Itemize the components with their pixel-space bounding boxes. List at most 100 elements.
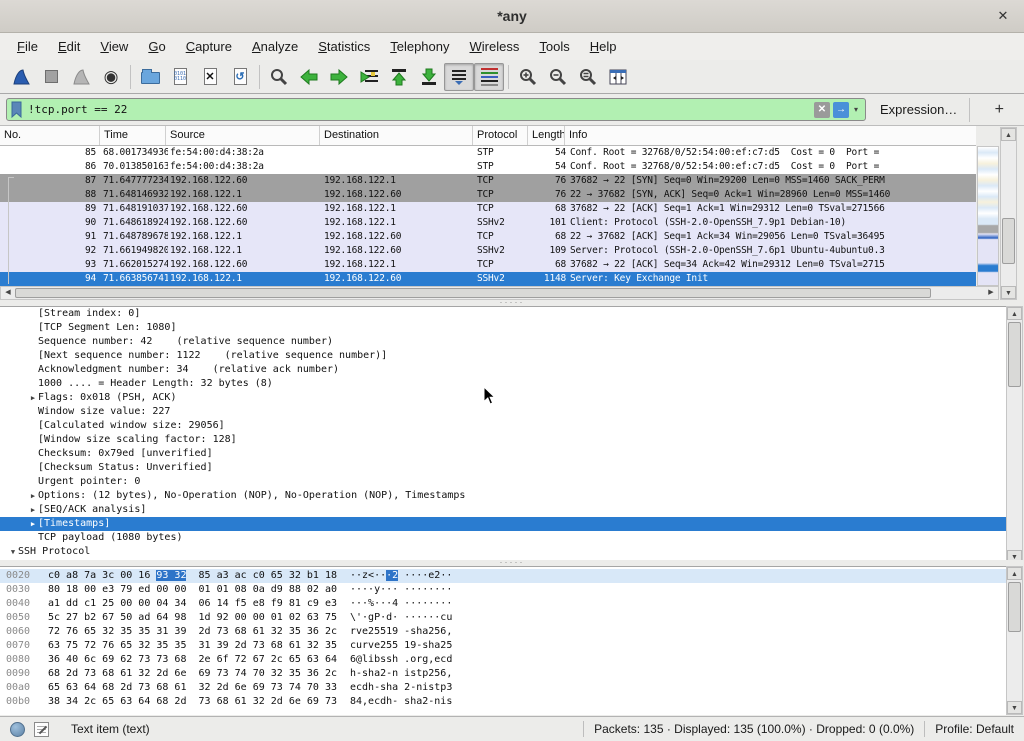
detail-line-selected[interactable]: ▶[Timestamps] [0, 517, 1006, 531]
menu-view[interactable]: View [91, 35, 137, 58]
capture-comment-icon[interactable] [34, 722, 49, 737]
detail-line[interactable]: [Checksum Status: Unverified] [0, 461, 1006, 475]
detail-line[interactable]: [Calculated window size: 29056] [0, 419, 1006, 433]
filter-apply-icon[interactable]: → [833, 102, 849, 118]
scroll-up-icon[interactable]: ▲ [1007, 567, 1022, 580]
add-filter-button[interactable]: + [988, 101, 1010, 119]
table-row[interactable]: 9271.661949820192.168.122.1192.168.122.6… [0, 244, 976, 258]
table-row[interactable]: 8771.647777234192.168.122.60192.168.122.… [0, 174, 976, 188]
expand-arrow-icon[interactable] [28, 335, 38, 349]
save-file-icon[interactable]: 01010110 [165, 63, 195, 91]
menu-tools[interactable]: Tools [530, 35, 578, 58]
expand-arrow-icon[interactable] [28, 419, 38, 433]
go-to-top-icon[interactable] [384, 63, 414, 91]
table-row[interactable]: 9371.662015274192.168.122.60192.168.122.… [0, 258, 976, 272]
column-length[interactable]: Length [528, 126, 565, 145]
menu-edit[interactable]: Edit [49, 35, 89, 58]
menu-statistics[interactable]: Statistics [309, 35, 379, 58]
hex-row[interactable]: 00505c 27 b2 67 50 ad 64 98 1d 92 00 00 … [0, 611, 1006, 625]
filter-clear-icon[interactable]: ✕ [814, 102, 830, 118]
table-row[interactable]: 9171.648789678192.168.122.1192.168.122.6… [0, 230, 976, 244]
expand-arrow-icon[interactable] [28, 363, 38, 377]
detail-line[interactable]: 1000 .... = Header Length: 32 bytes (8) [0, 377, 1006, 391]
detail-pane-scrollbar[interactable]: ▲ ▼ [1006, 306, 1023, 564]
column-info[interactable]: Info [565, 126, 976, 145]
table-row-selected[interactable]: 9471.663856741192.168.122.1192.168.122.6… [0, 272, 976, 286]
detail-line[interactable]: [TCP Segment Len: 1080] [0, 321, 1006, 335]
expand-arrow-icon[interactable]: ▼ [8, 545, 18, 559]
auto-scroll-icon[interactable] [444, 63, 474, 91]
capture-options-icon[interactable]: ◉ [96, 63, 126, 91]
expand-arrow-icon[interactable] [28, 321, 38, 335]
expand-arrow-icon[interactable] [28, 377, 38, 391]
scroll-down-icon[interactable]: ▼ [1001, 286, 1016, 299]
scroll-down-icon[interactable]: ▼ [1007, 701, 1022, 714]
expert-info-icon[interactable] [10, 722, 25, 737]
intelligent-scrollbar-minimap[interactable] [977, 146, 999, 286]
table-row[interactable]: 8670.013850163fe:54:00:d4:38:2aSTP54Conf… [0, 160, 976, 174]
expand-arrow-icon[interactable] [28, 461, 38, 475]
column-source[interactable]: Source [166, 126, 320, 145]
zoom-in-icon[interactable] [513, 63, 543, 91]
detail-line[interactable]: Window size value: 227 [0, 405, 1006, 419]
scrollbar-thumb[interactable] [1002, 218, 1015, 264]
expand-arrow-icon[interactable] [28, 433, 38, 447]
scroll-left-icon[interactable]: ◀ [1, 287, 15, 299]
filter-bookmark-icon[interactable] [10, 101, 23, 118]
table-row[interactable]: 8871.648146932192.168.122.1192.168.122.6… [0, 188, 976, 202]
stop-capture-icon[interactable] [36, 63, 66, 91]
colorize-icon[interactable] [474, 63, 504, 91]
resize-columns-icon[interactable] [603, 63, 633, 91]
scroll-right-icon[interactable]: ▶ [984, 287, 998, 299]
zoom-out-icon[interactable] [543, 63, 573, 91]
expand-arrow-icon[interactable] [28, 405, 38, 419]
scrollbar-thumb[interactable] [1008, 582, 1021, 632]
find-packet-icon[interactable] [264, 63, 294, 91]
hex-row[interactable]: 009068 2d 73 68 61 32 2d 6e 69 73 74 70 … [0, 667, 1006, 681]
go-forward-icon[interactable] [324, 63, 354, 91]
expand-arrow-icon[interactable]: ▶ [28, 489, 38, 503]
expand-arrow-icon[interactable] [28, 447, 38, 461]
detail-line[interactable]: Checksum: 0x79ed [unverified] [0, 447, 1006, 461]
expand-arrow-icon[interactable]: ▶ [28, 517, 38, 531]
expand-arrow-icon[interactable] [28, 531, 38, 545]
go-to-bottom-icon[interactable] [414, 63, 444, 91]
menu-file[interactable]: File [8, 35, 47, 58]
detail-line[interactable]: ▶Options: (12 bytes), No-Operation (NOP)… [0, 489, 1006, 503]
table-row[interactable]: 8971.648191037192.168.122.60192.168.122.… [0, 202, 976, 216]
expand-arrow-icon[interactable] [28, 307, 38, 321]
filter-history-caret-icon[interactable]: ▾ [854, 105, 858, 114]
menu-help[interactable]: Help [581, 35, 626, 58]
profile-status[interactable]: Profile: Default [935, 722, 1014, 736]
hex-row[interactable]: 00b038 34 2c 65 63 64 68 2d 73 68 61 32 … [0, 695, 1006, 709]
expression-button[interactable]: Expression… [880, 102, 957, 117]
restart-capture-icon[interactable] [66, 63, 96, 91]
hex-row[interactable]: 006072 76 65 32 35 35 31 39 2d 73 68 61 … [0, 625, 1006, 639]
close-window-icon[interactable]: ✕ [994, 8, 1012, 24]
scroll-up-icon[interactable]: ▲ [1001, 128, 1016, 141]
menu-analyze[interactable]: Analyze [243, 35, 307, 58]
expand-arrow-icon[interactable]: ▶ [28, 391, 38, 405]
hex-pane-scrollbar[interactable]: ▲ ▼ [1006, 566, 1023, 715]
detail-line[interactable]: Urgent pointer: 0 [0, 475, 1006, 489]
hex-row[interactable]: 008036 40 6c 69 62 73 73 68 2e 6f 72 67 … [0, 653, 1006, 667]
table-row[interactable]: 8568.001734936fe:54:00:d4:38:2aSTP54Conf… [0, 146, 976, 160]
menu-wireless[interactable]: Wireless [461, 35, 529, 58]
display-filter-field[interactable]: !tcp.port == 22 ✕ → ▾ [6, 98, 866, 121]
start-capture-icon[interactable] [6, 63, 36, 91]
column-time[interactable]: Time [100, 126, 166, 145]
expand-arrow-icon[interactable] [28, 475, 38, 489]
filter-input[interactable]: !tcp.port == 22 [23, 103, 811, 116]
menu-capture[interactable]: Capture [177, 35, 241, 58]
detail-line[interactable]: [Stream index: 0] [0, 307, 1006, 321]
hex-row-highlighted[interactable]: 0020c0 a8 7a 3c 00 16 93 32 85 a3 ac c0 … [0, 569, 1006, 583]
title-bar[interactable]: *any ✕ [0, 0, 1024, 33]
scroll-up-icon[interactable]: ▲ [1007, 307, 1022, 320]
column-protocol[interactable]: Protocol [473, 126, 528, 145]
detail-line[interactable]: [Window size scaling factor: 128] [0, 433, 1006, 447]
detail-line[interactable]: ▶[SEQ/ACK analysis] [0, 503, 1006, 517]
reload-file-icon[interactable]: ↺ [225, 63, 255, 91]
go-back-icon[interactable] [294, 63, 324, 91]
hex-row[interactable]: 0040a1 dd c1 25 00 00 04 34 06 14 f5 e8 … [0, 597, 1006, 611]
open-file-icon[interactable] [135, 63, 165, 91]
